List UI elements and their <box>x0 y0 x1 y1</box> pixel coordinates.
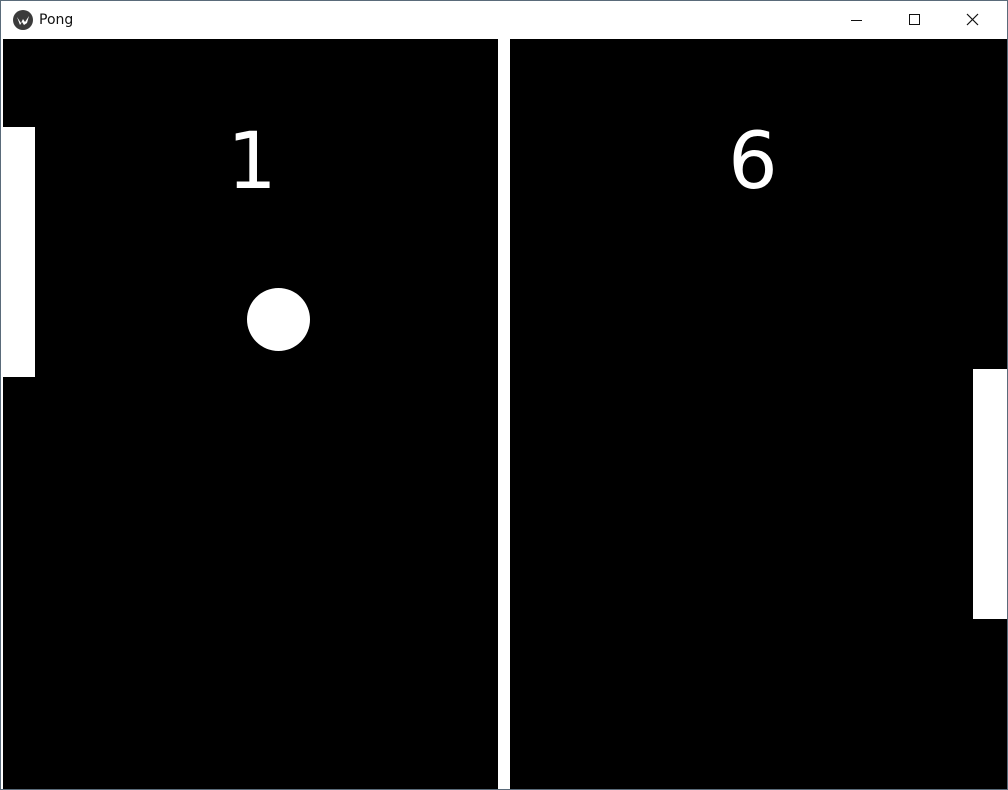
minimize-icon <box>851 20 862 21</box>
right-paddle[interactable] <box>973 369 1007 619</box>
app-window: Pong 1 6 <box>0 0 1008 790</box>
minimize-button[interactable] <box>827 1 885 39</box>
center-net <box>498 39 510 789</box>
ball <box>247 288 310 351</box>
window-title: Pong <box>39 12 74 28</box>
maximize-icon <box>909 14 920 25</box>
game-court[interactable]: 1 6 <box>3 39 1007 789</box>
player-right-score: 6 <box>728 117 778 207</box>
close-button[interactable] <box>943 1 1001 39</box>
player-left-score: 1 <box>227 117 277 207</box>
close-icon <box>966 13 979 26</box>
maximize-button[interactable] <box>885 1 943 39</box>
left-paddle[interactable] <box>3 127 35 377</box>
title-bar[interactable]: Pong <box>1 1 1007 39</box>
kivy-app-icon <box>13 10 33 30</box>
